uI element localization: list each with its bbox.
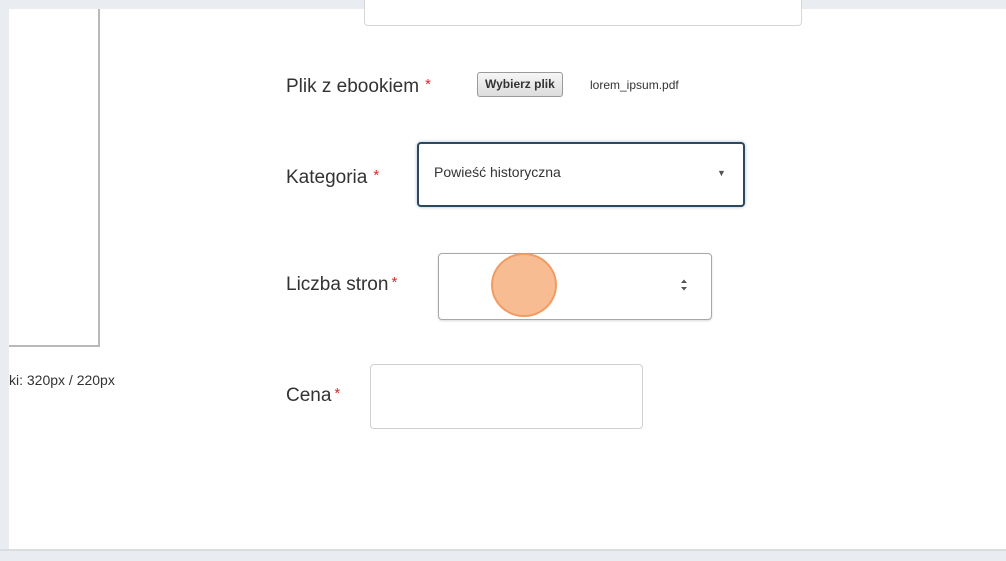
required-marker: *: [391, 274, 398, 291]
required-marker: *: [373, 167, 380, 184]
up-down-spinner-icon[interactable]: [679, 277, 689, 293]
click-indicator: [491, 253, 557, 317]
previous-text-input[interactable]: [364, 0, 802, 26]
pages-label-text: Liczba stron: [286, 274, 389, 295]
price-field-label: Cena *: [286, 385, 340, 407]
footer-divider: [0, 549, 1006, 551]
chevron-down-icon: ▼: [717, 168, 726, 178]
category-selected-value: Powieść historyczna: [434, 164, 561, 180]
file-label-text: Plik z ebookiem: [286, 76, 420, 97]
pages-number-input[interactable]: [438, 253, 712, 320]
required-marker: *: [334, 385, 341, 402]
selected-file-name: lorem_ipsum.pdf: [590, 78, 679, 92]
pages-field-label: Liczba stron *: [286, 274, 397, 296]
required-marker: *: [425, 76, 431, 93]
choose-file-button[interactable]: Wybierz plik: [477, 72, 563, 97]
cover-image-preview: [9, 9, 100, 347]
price-label-text: Cena: [286, 385, 332, 406]
category-label-text: Kategoria: [286, 167, 368, 188]
category-field-label: Kategoria *: [286, 167, 379, 189]
price-input[interactable]: [370, 364, 643, 429]
cover-size-hint: ki: 320px / 220px: [9, 372, 115, 388]
file-field-label: Plik z ebookiem *: [286, 76, 431, 98]
